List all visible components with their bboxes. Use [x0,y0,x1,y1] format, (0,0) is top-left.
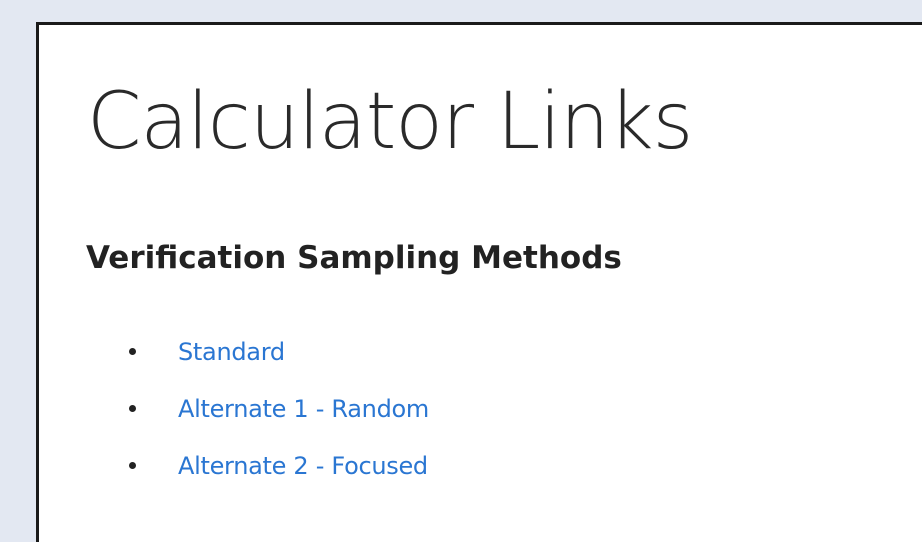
bullet-icon [129,405,136,412]
section-heading: Verification Sampling Methods [86,240,622,276]
list-item: Alternate 1 - Random [129,380,429,437]
link-alternate-2-focused[interactable]: Alternate 2 - Focused [178,452,428,480]
page-title: Calculator Links [87,77,693,167]
bullet-icon [129,348,136,355]
calculator-link-list: Standard Alternate 1 - Random Alternate … [129,323,429,494]
link-alternate-1-random[interactable]: Alternate 1 - Random [178,395,429,423]
content-panel: Calculator Links Verification Sampling M… [36,22,922,542]
list-item: Standard [129,323,429,380]
bullet-icon [129,462,136,469]
link-standard[interactable]: Standard [178,338,285,366]
list-item: Alternate 2 - Focused [129,437,429,494]
